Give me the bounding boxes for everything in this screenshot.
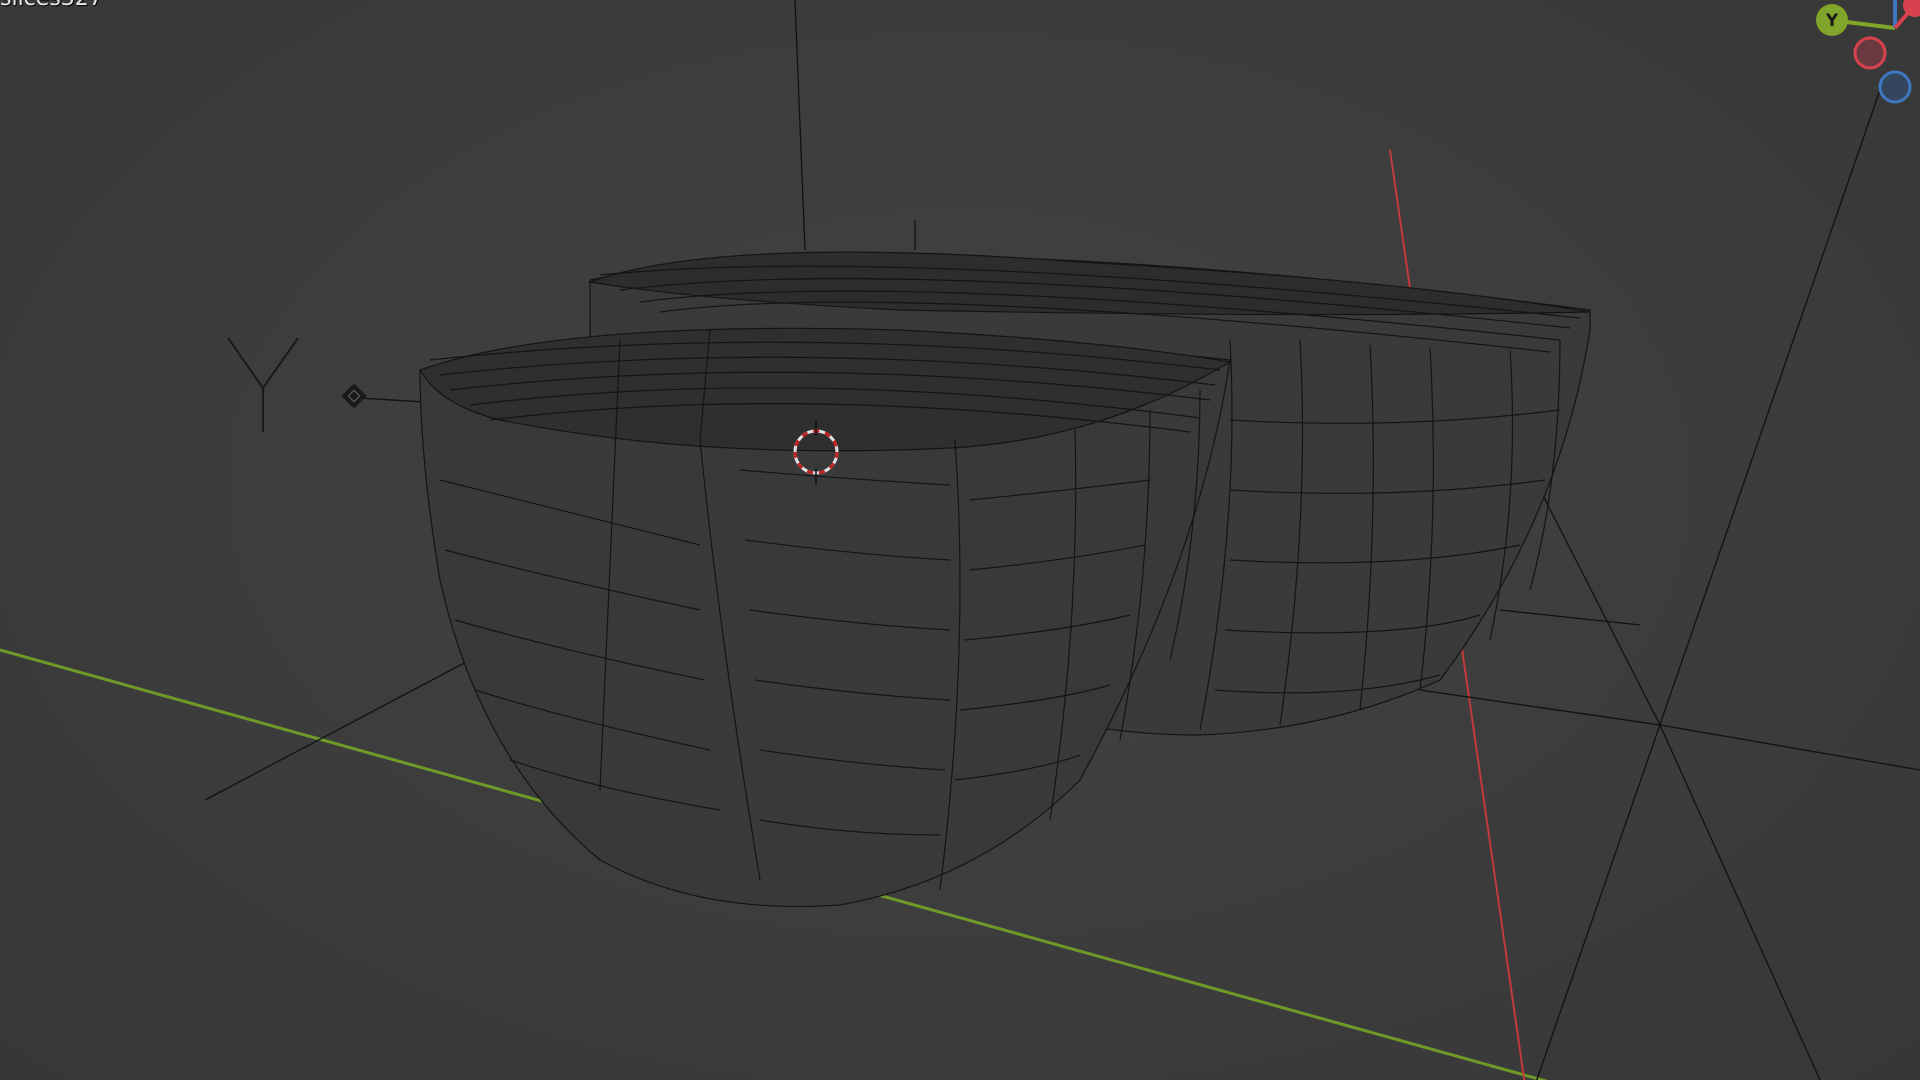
gizmo-neg-z-button[interactable]	[1878, 70, 1912, 104]
gizmo-y-label: Y	[1825, 11, 1839, 31]
object-name-label: slices327	[0, 0, 103, 11]
gizmo-neg-x-button[interactable]	[1853, 36, 1887, 70]
3d-viewport[interactable]: slices327 Y	[0, 0, 1920, 1080]
viewport-scene[interactable]	[0, 0, 1920, 1080]
navigation-gizmo[interactable]: Y	[1790, 0, 1920, 120]
empty-y-axis-glyph	[227, 337, 299, 432]
empty-origin-icon[interactable]	[341, 383, 367, 409]
front-hull-mesh[interactable]	[419, 327, 1232, 908]
gizmo-y-axis-button[interactable]: Y	[1816, 4, 1848, 36]
